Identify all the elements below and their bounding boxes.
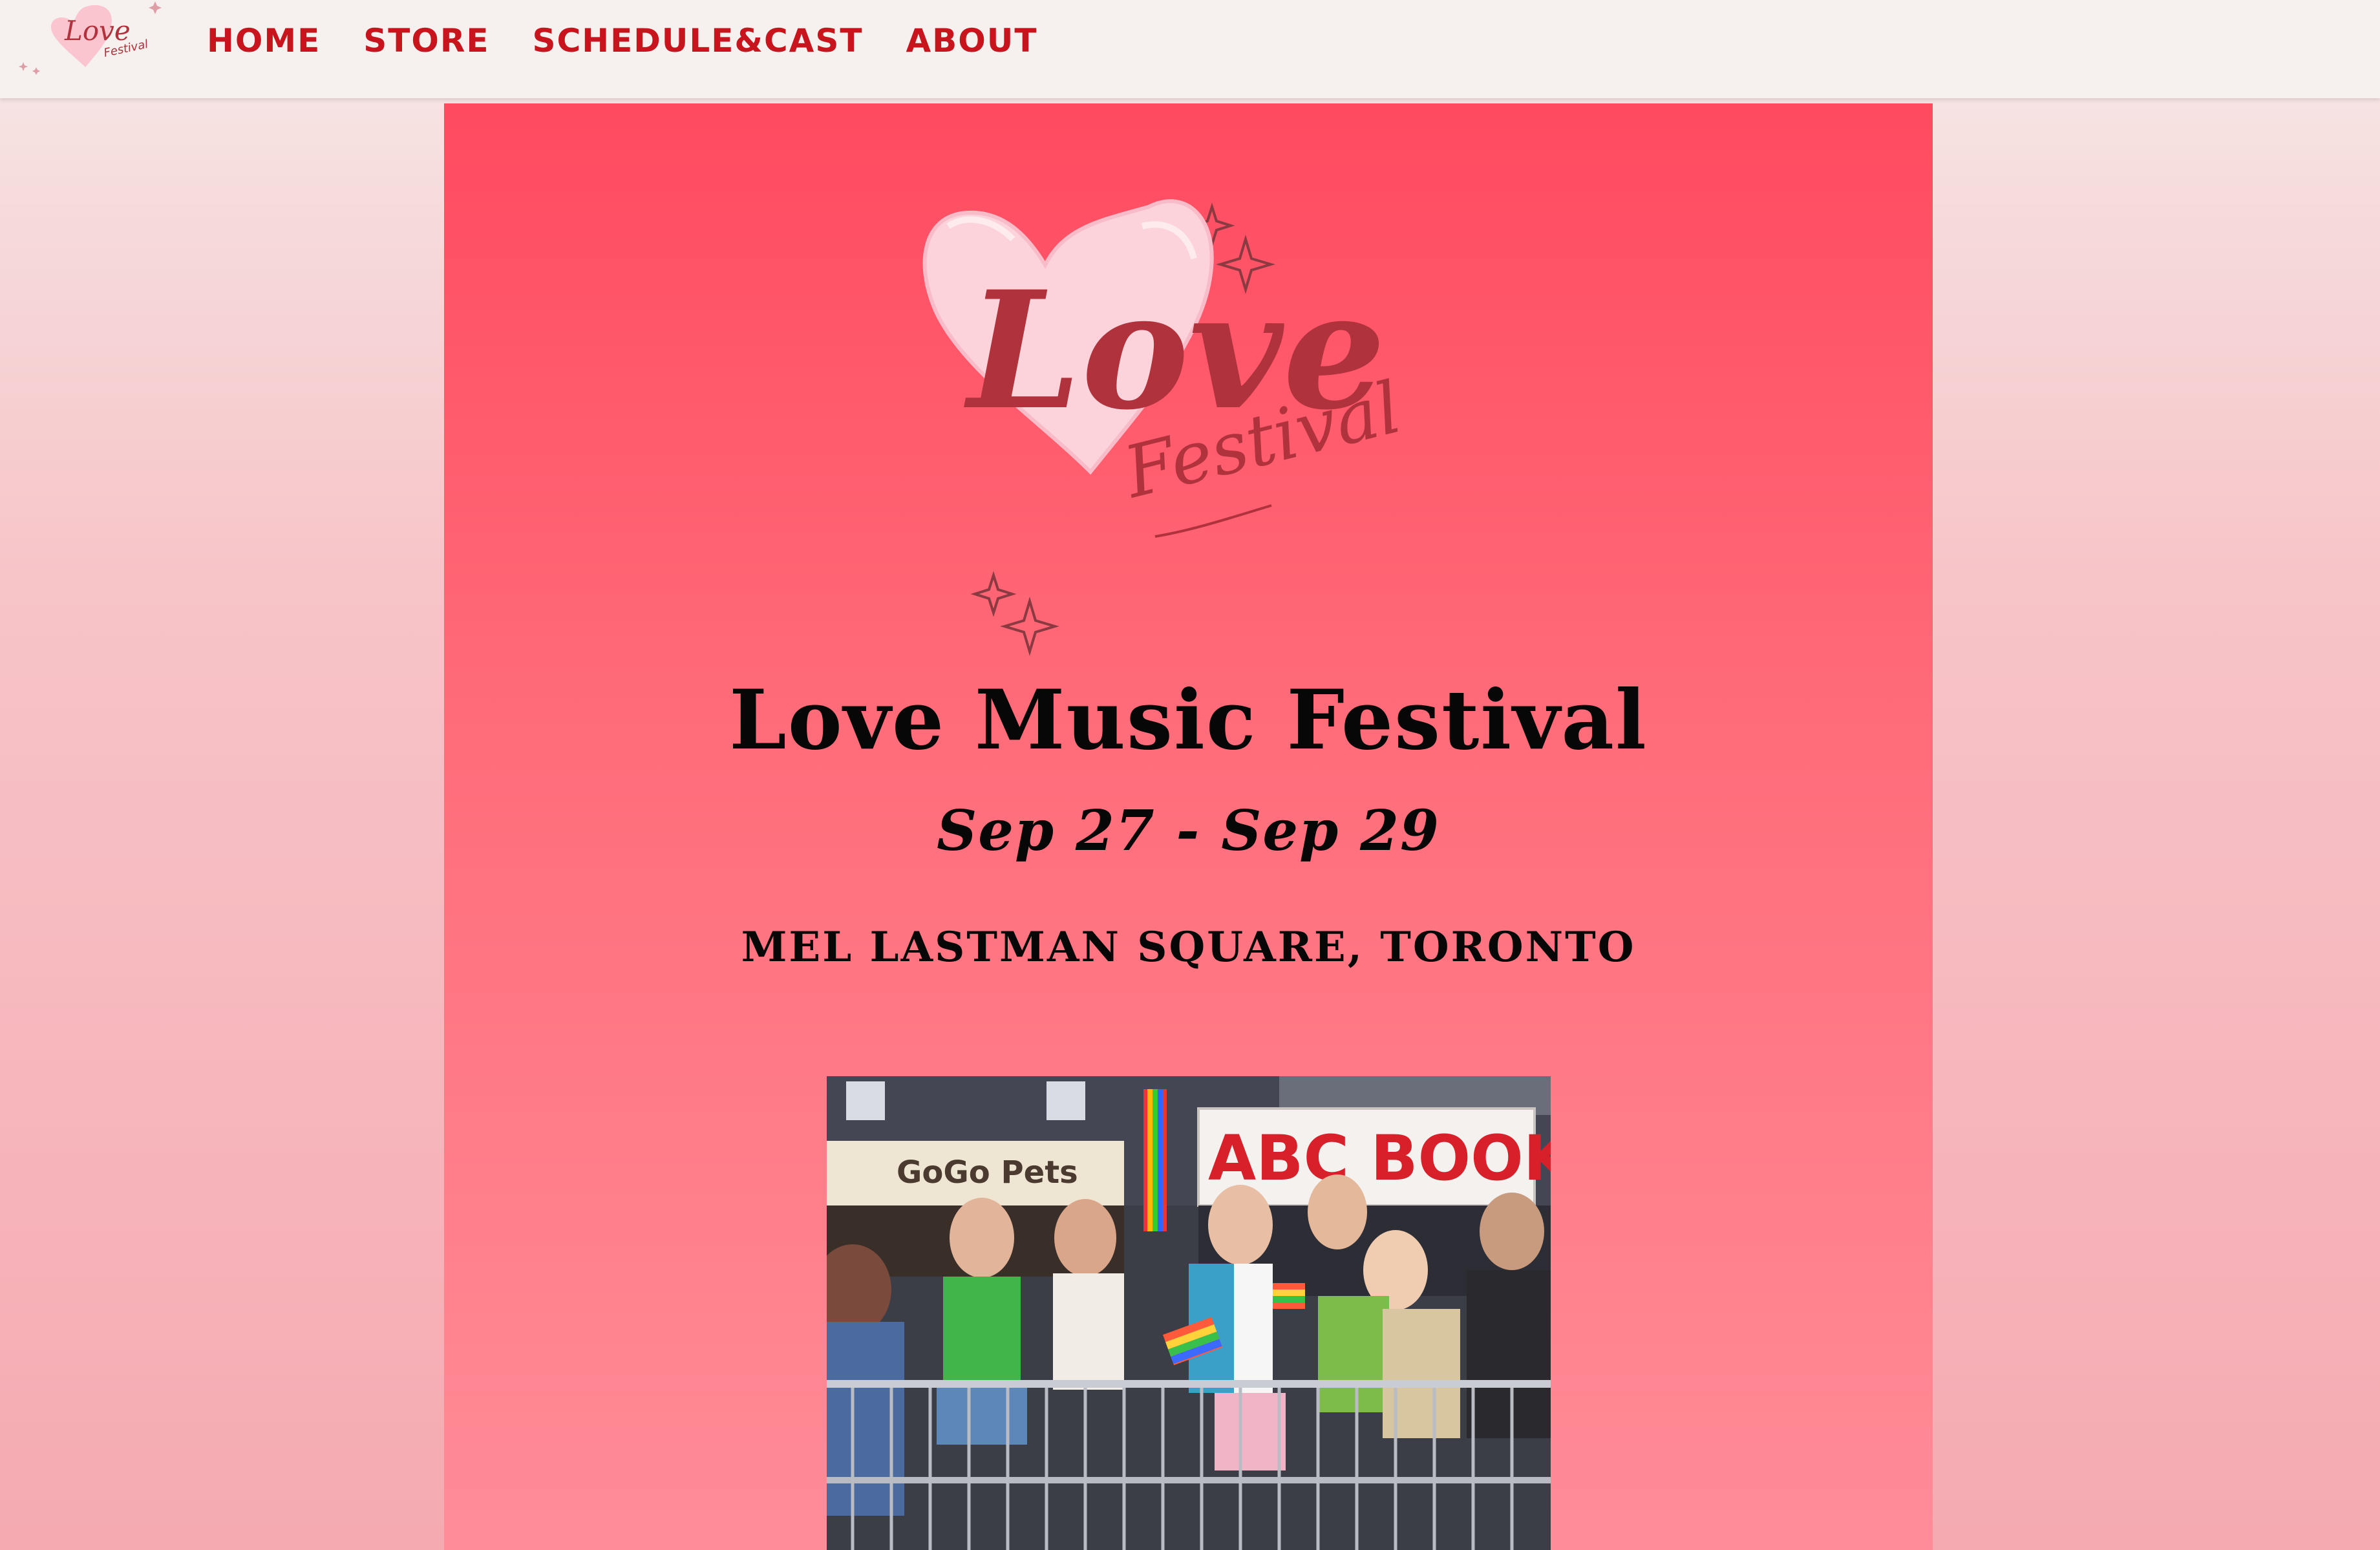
svg-text:GoGo Pets: GoGo Pets <box>897 1154 1078 1191</box>
nav-link-about[interactable]: ABOUT <box>906 18 1037 63</box>
love-festival-logo-icon: Love Festival <box>19 1 162 75</box>
hero-logo: Love Festival <box>806 149 1582 717</box>
nav-link-schedule-cast[interactable]: SCHEDULE&CAST <box>533 18 864 63</box>
main-nav: HOME STORE SCHEDULE&CAST ABOUT <box>207 18 1038 63</box>
nav-link-store[interactable]: STORE <box>363 18 489 63</box>
top-navbar: Love Festival HOME STORE SCHEDULE&CAST A… <box>0 0 2380 98</box>
festival-title: Love Music Festival <box>729 672 1648 768</box>
site-logo[interactable]: Love Festival <box>14 0 163 84</box>
festival-dates: Sep 27 - Sep 29 <box>937 798 1440 864</box>
crowd-photo-image: GoGo Pets ABC BOOKS <box>827 1076 1551 1550</box>
love-festival-heart-logo-icon: Love Festival <box>922 199 1409 656</box>
hero-section: Love Festival Love Music Festival Sep 27… <box>444 103 1933 1550</box>
festival-crowd-photo: GoGo Pets ABC BOOKS <box>827 1076 1551 1550</box>
festival-venue: MEL LASTMAN SQUARE, TORONTO <box>741 923 1636 971</box>
svg-text:Love: Love <box>64 15 131 47</box>
svg-text:ABC BOOKS: ABC BOOKS <box>1208 1122 1551 1194</box>
nav-link-home[interactable]: HOME <box>207 18 321 63</box>
